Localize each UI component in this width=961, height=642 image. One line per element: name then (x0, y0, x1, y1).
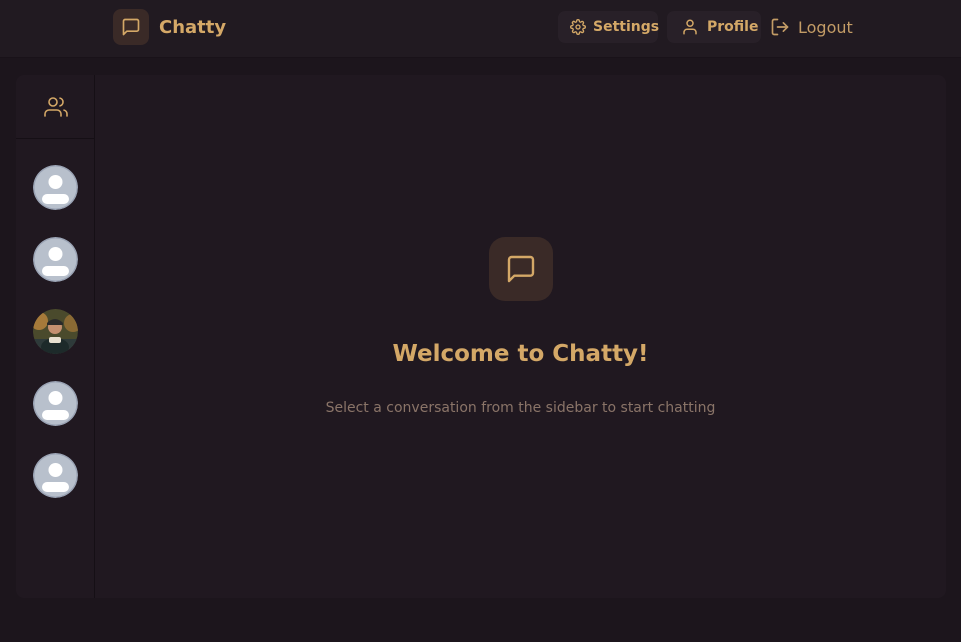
default-avatar (33, 453, 78, 498)
default-avatar (33, 165, 78, 210)
sidebar (16, 75, 95, 598)
app-name: Chatty (159, 16, 227, 38)
gear-icon (570, 19, 586, 35)
welcome-title: Welcome to Chatty! (392, 341, 649, 367)
message-square-icon (113, 9, 149, 45)
chat-container: Welcome to Chatty! Select a conversation… (16, 75, 946, 598)
user-icon (683, 19, 697, 35)
photo-avatar (33, 309, 78, 354)
contact-item[interactable] (33, 309, 78, 354)
welcome-subtitle: Select a conversation from the sidebar t… (325, 400, 716, 416)
settings-button[interactable]: Settings (558, 11, 660, 43)
settings-label: Settings (593, 19, 660, 35)
contact-item[interactable] (33, 165, 78, 210)
sidebar-header (16, 75, 95, 139)
navbar: Chatty Settings Profile Logout (0, 0, 961, 58)
logout-button[interactable]: Logout (770, 11, 853, 43)
contact-item[interactable] (33, 381, 78, 426)
logout-label: Logout (798, 17, 853, 37)
profile-button[interactable]: Profile (667, 11, 761, 43)
logout-icon (771, 18, 789, 36)
default-avatar (33, 381, 78, 426)
users-icon (43, 96, 68, 117)
profile-label: Profile (707, 19, 759, 35)
contact-item[interactable] (33, 453, 78, 498)
message-square-icon (489, 237, 553, 301)
default-avatar (33, 237, 78, 282)
contact-item[interactable] (33, 237, 78, 282)
brand-logo-link[interactable]: Chatty (113, 9, 226, 45)
no-chat-selected-panel: Welcome to Chatty! Select a conversation… (95, 75, 946, 598)
